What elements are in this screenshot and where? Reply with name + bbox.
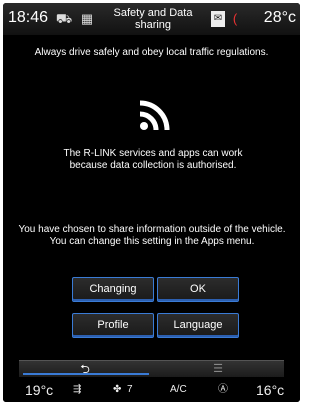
safety-message: Always drive safely and obey local traff… [34,47,269,58]
device-frame: 18:46 ⛟ ▦ Safety and Data sharing ✉ ( 28… [0,0,304,407]
menu-icon[interactable]: ☰ [152,361,284,377]
page-title: Safety and Data sharing [113,7,193,31]
climate-bar: 19°c ⇶ ✤ 7 A/C Ⓐ 16°c [3,380,300,402]
language-button[interactable]: Language [157,313,239,338]
recirculation-icon[interactable]: Ⓐ [218,383,228,397]
main-content: Always drive safely and obey local traff… [3,37,300,358]
airflow-icon[interactable]: ⇶ [73,383,81,397]
radio-icon[interactable]: ▦ [79,11,95,27]
wifi-signal-icon [139,100,170,131]
left-temperature[interactable]: 19°c [25,383,53,397]
fan-icon[interactable]: ✤ [113,383,121,397]
share-message: You have chosen to share information out… [18,224,286,247]
car-icon[interactable]: ⛟ [55,11,73,27]
ac-button[interactable]: A/C [170,383,187,397]
screen: 18:46 ⛟ ▦ Safety and Data sharing ✉ ( 28… [3,3,300,402]
status-bar: 18:46 ⛟ ▦ Safety and Data sharing ✉ ( 28… [3,3,300,35]
clock: 18:46 [8,9,49,26]
phone-icon[interactable]: ✉ [211,11,225,27]
ok-button[interactable]: OK [157,277,239,302]
battery-icon[interactable]: ( [230,11,240,27]
fan-level: 7 [127,384,133,395]
changing-button[interactable]: Changing [72,277,154,302]
nav-indicator [23,373,149,375]
services-message: The R-LINK services and apps can work be… [63,148,243,171]
right-temperature[interactable]: 16°c [256,383,284,397]
profile-button[interactable]: Profile [72,313,154,338]
outside-temperature: 28°c [263,9,296,26]
